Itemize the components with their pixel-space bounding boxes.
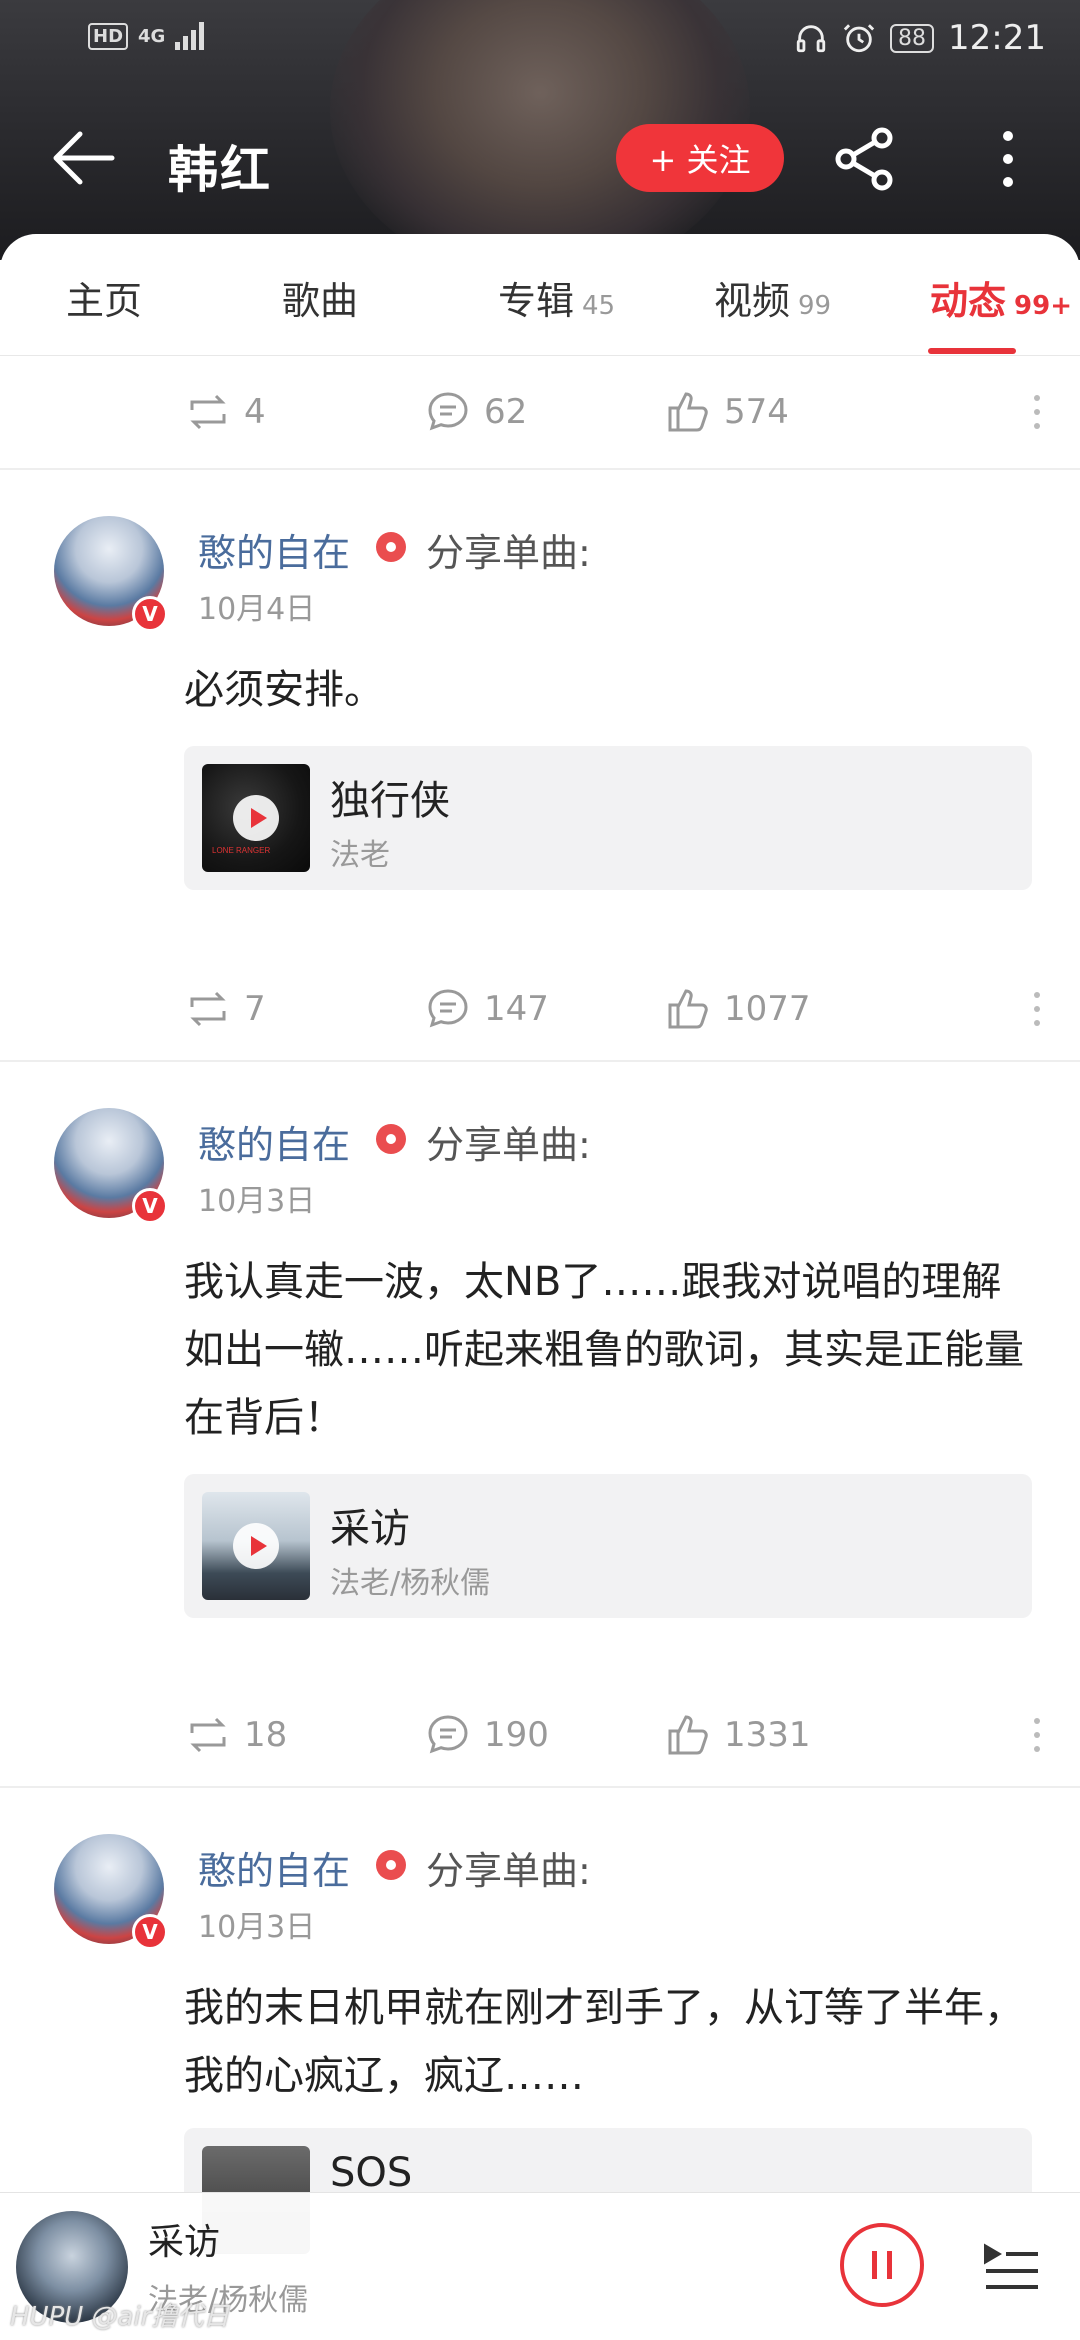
musician-badge-icon bbox=[376, 1124, 406, 1154]
comment-icon bbox=[428, 392, 468, 431]
play-icon[interactable] bbox=[233, 795, 279, 841]
tab-songs[interactable]: 歌曲 bbox=[282, 270, 358, 325]
comment-icon bbox=[428, 1715, 468, 1754]
cover-text: LONE RANGER bbox=[212, 846, 271, 855]
tab-albums[interactable]: 专辑 45 bbox=[498, 270, 615, 325]
status-bar: HD 4G 88 12:21 bbox=[0, 0, 1080, 80]
post-text: 我的末日机甲就在刚才到手了，从订等了半年，我的心疯辽，疯辽…… bbox=[184, 1985, 1024, 2099]
watermark: HUPU @air撸代日 bbox=[10, 2302, 230, 2332]
share-type-label: 分享单曲: bbox=[426, 531, 591, 575]
tab-label: 歌曲 bbox=[282, 279, 359, 323]
comment-count: 62 bbox=[484, 392, 528, 432]
song-artist: 法老/杨秋儒 bbox=[330, 1566, 491, 1601]
shared-song-card[interactable]: LONE RANGER 独行侠 法老 bbox=[184, 746, 1032, 890]
hd-indicator: HD bbox=[88, 22, 129, 50]
clock: 12:21 bbox=[948, 18, 1046, 58]
musician-badge-icon bbox=[376, 532, 406, 562]
like-count: 1077 bbox=[724, 989, 811, 1029]
post-actions: 7 147 1077 bbox=[0, 958, 1080, 1060]
post-username[interactable]: 憨的自在 bbox=[198, 1114, 350, 1169]
play-icon[interactable] bbox=[233, 1523, 279, 1569]
thumbs-up-icon bbox=[668, 1715, 708, 1755]
back-arrow-icon[interactable] bbox=[50, 128, 116, 188]
share-icon[interactable] bbox=[832, 126, 898, 192]
feed-post: V 憨的自在 分享单曲: 10月4日 必须安排。 LONE RANGER 独行侠… bbox=[0, 470, 1080, 1060]
activity-feed: 4 62 574 V 憨的自在 分享单曲: 10月4日 必须安排。 LONE R… bbox=[0, 356, 1080, 2288]
like-count: 574 bbox=[724, 392, 789, 432]
repost-count: 4 bbox=[244, 392, 266, 432]
like-button[interactable]: 1331 bbox=[664, 1684, 811, 1786]
verified-badge-icon: V bbox=[132, 1914, 168, 1950]
page-title: 韩红 bbox=[168, 141, 272, 199]
tab-label: 专辑 bbox=[498, 279, 575, 323]
top-bar: 韩红 + 关注 bbox=[0, 110, 1080, 210]
like-button[interactable]: 574 bbox=[664, 356, 789, 468]
musician-badge-icon bbox=[376, 1850, 406, 1880]
post-date: 10月3日 bbox=[198, 1184, 316, 1219]
tab-bar: 主页 歌曲 专辑 45 视频 99 动态 99+ bbox=[0, 234, 1080, 356]
comment-count: 190 bbox=[484, 1715, 549, 1755]
song-artist: 法老 bbox=[330, 838, 390, 873]
like-count: 1331 bbox=[724, 1715, 811, 1755]
post-date: 10月4日 bbox=[198, 592, 316, 627]
repost-icon bbox=[190, 1717, 226, 1753]
post-text: 我认真走一波，太NB了……跟我对说唱的理解如出一辙……听起来粗鲁的歌词，其实是正… bbox=[184, 1259, 1024, 1441]
feed-post: V 憨的自在 分享单曲: 10月3日 我认真走一波，太NB了……跟我对说唱的理解… bbox=[0, 1062, 1080, 1786]
song-title: 采访 bbox=[330, 1506, 410, 1552]
tab-label: 主页 bbox=[66, 279, 143, 323]
battery-indicator: 88 bbox=[890, 23, 935, 53]
tab-home[interactable]: 主页 bbox=[66, 270, 142, 325]
comment-button[interactable]: 62 bbox=[424, 356, 527, 468]
repost-count: 18 bbox=[244, 1715, 288, 1755]
song-title: SOS bbox=[330, 2150, 413, 2196]
repost-icon bbox=[190, 394, 226, 430]
alarm-icon bbox=[843, 24, 875, 53]
repost-button[interactable]: 7 bbox=[184, 958, 266, 1060]
share-type-label: 分享单曲: bbox=[426, 1123, 591, 1167]
song-title: 独行侠 bbox=[330, 778, 450, 824]
playlist-icon[interactable] bbox=[982, 2237, 1042, 2297]
song-cover: LONE RANGER bbox=[202, 764, 310, 872]
song-cover bbox=[202, 1492, 310, 1600]
comment-icon bbox=[428, 989, 468, 1028]
post-actions: 4 62 574 bbox=[0, 356, 1080, 468]
post-more-icon[interactable] bbox=[1034, 958, 1040, 1060]
tab-videos[interactable]: 视频 99 bbox=[714, 270, 831, 325]
active-tab-indicator bbox=[928, 348, 1016, 354]
thumbs-up-icon bbox=[668, 392, 708, 432]
share-type-label: 分享单曲: bbox=[426, 1849, 591, 1893]
post-username[interactable]: 憨的自在 bbox=[198, 522, 350, 577]
post-date: 10月3日 bbox=[198, 1910, 316, 1945]
thumbs-up-icon bbox=[668, 989, 708, 1029]
tab-activity[interactable]: 动态 99+ bbox=[930, 270, 1072, 325]
now-playing-title: 采访 bbox=[148, 2222, 221, 2263]
tab-count: 99+ bbox=[1014, 291, 1072, 321]
verified-badge-icon: V bbox=[132, 1188, 168, 1224]
repost-button[interactable]: 18 bbox=[184, 1684, 287, 1786]
headphones-icon bbox=[796, 25, 826, 53]
comment-count: 147 bbox=[484, 989, 549, 1029]
repost-button[interactable]: 4 bbox=[184, 356, 266, 468]
shared-song-card[interactable]: 采访 法老/杨秋儒 bbox=[184, 1474, 1032, 1618]
follow-button[interactable]: + 关注 bbox=[616, 124, 784, 192]
post-actions: 18 190 1331 bbox=[0, 1684, 1080, 1786]
post-more-icon[interactable] bbox=[1034, 1684, 1040, 1786]
signal-icon bbox=[175, 22, 205, 50]
comment-button[interactable]: 190 bbox=[424, 1684, 549, 1786]
pause-icon[interactable] bbox=[840, 2223, 924, 2307]
more-options-icon[interactable] bbox=[996, 126, 1020, 192]
comment-button[interactable]: 147 bbox=[424, 958, 549, 1060]
post-username[interactable]: 憨的自在 bbox=[198, 1840, 350, 1895]
repost-icon bbox=[190, 991, 226, 1027]
repost-count: 7 bbox=[244, 989, 266, 1029]
network-type: 4G bbox=[138, 25, 166, 47]
tab-count: 45 bbox=[582, 291, 616, 321]
tab-label: 视频 bbox=[714, 279, 791, 323]
tab-count: 99 bbox=[798, 291, 832, 321]
post-more-icon[interactable] bbox=[1034, 356, 1040, 468]
tab-label: 动态 bbox=[930, 279, 1007, 323]
post-text: 必须安排。 bbox=[184, 667, 384, 713]
like-button[interactable]: 1077 bbox=[664, 958, 811, 1060]
verified-badge-icon: V bbox=[132, 596, 168, 632]
